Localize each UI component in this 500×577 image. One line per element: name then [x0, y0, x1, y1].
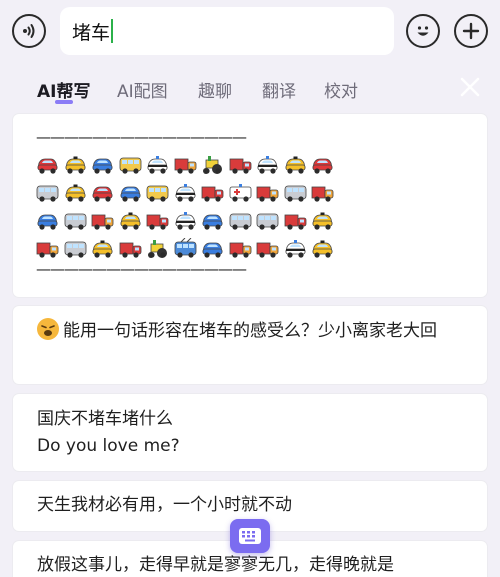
emoji-button[interactable] [406, 14, 440, 48]
taxi-icon [63, 154, 89, 176]
smiley-icon [417, 26, 429, 36]
suggestion-2-line1: 国庆不堵车堵什么 [37, 409, 173, 429]
suggestion-1-content: 能用一句话形容在堵车的感受么？少小离家老大回 [63, 321, 437, 341]
divider-top: ——————————————— [36, 128, 247, 146]
suggestion-4-text: 放假这事儿，走得早就是寥寥无几，走得晚就是 [37, 555, 394, 575]
police-car-icon [173, 182, 199, 204]
fire-engine-icon [200, 182, 226, 204]
minibus-icon [63, 238, 89, 260]
suggestion-card-vehicles[interactable]: ——————————————— ——————————————— [13, 114, 487, 297]
blue-car-icon [90, 154, 116, 176]
tab-translate[interactable]: 翻译 [262, 77, 296, 102]
police-car-icon [173, 210, 199, 232]
tab-fun-chat[interactable]: 趣聊 [198, 77, 232, 102]
bus-icon [118, 154, 144, 176]
close-icon[interactable] [458, 75, 482, 99]
minibus-icon [35, 182, 61, 204]
taxi-icon [310, 238, 336, 260]
vehicle-row-3 [35, 210, 336, 232]
bus-icon [145, 182, 171, 204]
minibus-icon [255, 210, 281, 232]
keyboard-toggle-button[interactable] [230, 519, 270, 553]
suggestion-card-2[interactable]: 国庆不堵车堵什么 Do you love me? [13, 394, 487, 471]
text-caret [111, 19, 114, 43]
blue-car-icon [200, 238, 226, 260]
input-text: 堵车 [72, 21, 111, 44]
suggestion-text-1: 能用一句话形容在堵车的感受么？少小离家老大回 [37, 318, 477, 345]
vehicle-row-4 [35, 237, 336, 260]
fire-engine-icon [283, 210, 309, 232]
suggestion-2-line2: Do you love me? [37, 436, 180, 456]
fire-engine-icon [145, 210, 171, 232]
ai-tabs: AI帮写 AI配图 趣聊 翻译 校对 [0, 64, 500, 110]
minibus-icon [63, 210, 89, 232]
voice-input-button[interactable] [12, 14, 46, 48]
voice-icon [23, 24, 35, 38]
blue-car-icon [35, 210, 61, 232]
vehicle-row-2 [35, 182, 336, 204]
taxi-icon [283, 154, 309, 176]
truck-icon [255, 238, 281, 260]
truck-icon [173, 154, 199, 176]
taxi-icon [63, 182, 89, 204]
truck-icon [255, 182, 281, 204]
minibus-icon [283, 182, 309, 204]
blue-car-icon [200, 210, 226, 232]
text-input[interactable]: 堵车 [60, 7, 394, 55]
minibus-icon [228, 210, 254, 232]
red-car-icon [310, 154, 336, 176]
red-car-icon [35, 154, 61, 176]
divider-bottom: ——————————————— [36, 260, 247, 278]
input-bar: 堵车 [0, 0, 500, 64]
truck-icon [228, 238, 254, 260]
tractor-icon [145, 238, 171, 260]
tab-ai-image[interactable]: AI配图 [117, 77, 168, 102]
keyboard-icon [239, 528, 261, 544]
taxi-icon [310, 210, 336, 232]
police-car-icon [145, 154, 171, 176]
more-button[interactable] [454, 14, 488, 48]
fire-engine-icon [118, 238, 144, 260]
vehicle-row-1 [35, 154, 336, 176]
active-tab-indicator [55, 100, 73, 104]
fire-engine-icon [228, 154, 254, 176]
suggestion-card-1[interactable]: 能用一句话形容在堵车的感受么？少小离家老大回 [13, 306, 487, 384]
police-car-icon [255, 154, 281, 176]
taxi-icon [90, 238, 116, 260]
ambulance-icon [228, 182, 254, 204]
tired-face-icon [37, 318, 59, 340]
plus-icon [462, 22, 480, 40]
trolleybus-icon [173, 237, 199, 260]
red-car-icon [90, 182, 116, 204]
suggestion-3-text: 天生我材必有用，一个小时就不动 [37, 495, 292, 515]
tab-ai-write[interactable]: AI帮写 [37, 77, 90, 102]
police-car-icon [283, 238, 309, 260]
blue-car-icon [118, 182, 144, 204]
truck-icon [310, 182, 336, 204]
tab-proofread[interactable]: 校对 [324, 77, 358, 102]
taxi-icon [118, 210, 144, 232]
truck-icon [90, 210, 116, 232]
truck-icon [35, 238, 61, 260]
tractor-icon [200, 154, 226, 176]
